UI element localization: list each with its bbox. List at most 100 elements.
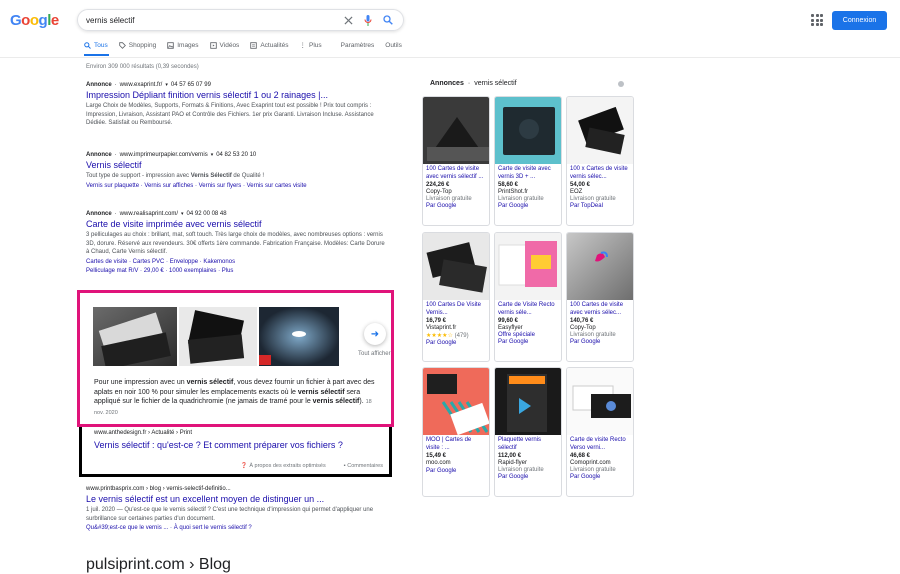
- product-image: [495, 368, 561, 435]
- product-info: 54,00 €: [570, 182, 591, 188]
- sitelinks[interactable]: Qu&#39;est-ce que le vernis ... · À quoi…: [86, 524, 386, 532]
- product-info: Livraison gratuite: [498, 467, 544, 473]
- info-icon[interactable]: [618, 81, 624, 87]
- product-card[interactable]: 100 x Cartes de visite vernis sélec... 54…: [566, 96, 634, 226]
- product-info: Par Google: [498, 203, 529, 209]
- product-info: 15,49 €: [426, 453, 447, 459]
- search-bar[interactable]: vernis sélectif: [77, 9, 404, 31]
- divider: [0, 57, 900, 58]
- result-title[interactable]: Vernis sélectif: [86, 160, 386, 170]
- product-info: 16,79 €: [426, 318, 447, 324]
- featured-title[interactable]: Vernis sélectif : qu'est-ce ? Et comment…: [94, 440, 343, 450]
- ad-label: Annonce: [86, 82, 112, 88]
- featured-image[interactable]: [259, 307, 339, 366]
- tab-shopping[interactable]: Shopping: [119, 41, 156, 49]
- image-icon: [167, 41, 174, 49]
- shopping-ads-header: Annonces · vernis sélectif: [430, 80, 517, 87]
- product-info: Copy-Top: [426, 189, 452, 195]
- product-card[interactable]: Plaquette vernis sélectif 112,00 € Rapid-f…: [494, 367, 562, 497]
- sitelinks[interactable]: Cartes de visite · Cartes PVC · Envelopp…: [86, 258, 386, 266]
- product-card[interactable]: Carte de visite avec vernis 3D + ... 58,6…: [494, 96, 562, 226]
- featured-image[interactable]: [179, 307, 257, 366]
- product-info: Carte de visite Recto Verso verni...: [570, 437, 626, 451]
- microphone-icon[interactable]: [361, 13, 375, 27]
- tab-tous[interactable]: Tous: [84, 41, 108, 49]
- product-info: Vistaprint.fr: [426, 325, 457, 331]
- product-card[interactable]: 100 Cartes de visite avec vernis sélecti…: [422, 96, 490, 226]
- product-info: Plaquette vernis sélectif: [498, 437, 542, 451]
- result-title[interactable]: Le vernis sélectif est un excellent moye…: [86, 494, 386, 504]
- product-image: [567, 97, 633, 164]
- phone[interactable]: 04 92 00 08 48: [187, 211, 227, 217]
- result-url[interactable]: www.printbasprix.com › blog › vernis-sel…: [86, 486, 386, 492]
- product-info: 112,00 €: [498, 453, 522, 459]
- sitelinks[interactable]: Vernis sur plaquette · Vernis sur affich…: [86, 182, 386, 190]
- tab-actualites[interactable]: Actualités: [250, 41, 289, 49]
- product-info: Rapid-flyer: [498, 460, 528, 466]
- product-image: [495, 233, 561, 300]
- search-icon[interactable]: [381, 13, 395, 27]
- product-card[interactable]: MOO | Cartes de visite : ... 15,49 € moo.c…: [422, 367, 490, 497]
- tab-parametres[interactable]: Paramètres: [341, 41, 375, 49]
- result-title[interactable]: Carte de visite imprimée avec vernis sél…: [86, 219, 386, 229]
- phone[interactable]: 04 57 65 07 99: [171, 82, 211, 88]
- result-url[interactable]: www.imprimeurpapier.com/vernis: [120, 152, 208, 158]
- ad-label: Annonce: [86, 152, 112, 158]
- product-card[interactable]: Carte de visite Recto Verso verni... 46,6…: [566, 367, 634, 497]
- product-info: 100 x Cartes de visite vernis sélec...: [570, 166, 628, 180]
- product-image: [423, 368, 489, 435]
- search-tabs: Tous Shopping Images Vidéos Actualités ⋮…: [84, 41, 402, 49]
- help-icon: ❓: [240, 463, 248, 469]
- featured-source-url[interactable]: www.anthedesign.fr › Actualité › Print: [94, 430, 192, 436]
- product-image: [567, 368, 633, 435]
- news-icon: [250, 41, 258, 49]
- dropdown-icon[interactable]: ▾: [211, 152, 214, 158]
- result-url[interactable]: www.exaprint.fr/: [120, 82, 163, 88]
- dropdown-icon[interactable]: ▾: [165, 82, 168, 88]
- result-snippet: Large Choix de Modèles, Supports, Format…: [86, 103, 374, 126]
- product-image: [567, 233, 633, 300]
- product-info: 100 Cartes de visite avec vernis sélec..…: [570, 302, 624, 316]
- feedback[interactable]: ▪ Commentaires: [344, 463, 383, 469]
- search-input[interactable]: vernis sélectif: [86, 16, 335, 25]
- product-info: Livraison gratuite: [570, 196, 616, 202]
- apps-grid-icon[interactable]: [811, 14, 823, 26]
- phone[interactable]: 04 82 53 20 10: [216, 152, 256, 158]
- arrow-right-icon[interactable]: ➜: [364, 323, 386, 345]
- product-card[interactable]: 100 Cartes de visite avec vernis sélec..…: [566, 232, 634, 362]
- product-info: Par Google: [498, 474, 529, 480]
- next-result-url[interactable]: pulsiprint.com › Blog: [86, 556, 386, 574]
- sitelinks[interactable]: Pelliculage mat R/V · 29,00 € · 1000 exe…: [86, 267, 386, 275]
- tab-images[interactable]: Images: [167, 41, 199, 49]
- featured-source: www.anthedesign.fr › Actualité › Print V…: [79, 427, 392, 477]
- product-info: PrintShot.fr: [498, 189, 529, 195]
- product-info: EOZ: [570, 189, 583, 195]
- dropdown-icon[interactable]: ▾: [181, 211, 184, 217]
- ad-result: Annonce · www.imprimeurpapier.com/vernis ▾ 0…: [86, 152, 386, 190]
- show-all-link[interactable]: Tout afficher: [358, 351, 391, 357]
- tab-videos[interactable]: Vidéos: [209, 41, 239, 49]
- connexion-button[interactable]: Connexion: [832, 11, 887, 30]
- rating-stars: ★★★★☆ (479): [426, 333, 469, 339]
- google-logo[interactable]: Google: [10, 12, 59, 29]
- result-title[interactable]: Impression Dépliant finition vernis séle…: [86, 90, 386, 100]
- active-tab-indicator: [84, 54, 109, 56]
- product-info: Offre spéciale: [498, 332, 535, 338]
- product-info: 99,60 €: [498, 318, 519, 324]
- product-info: Par Google: [570, 339, 601, 345]
- tag-icon: [119, 41, 126, 49]
- product-card[interactable]: 100 Cartes De Visite Vernis... 16,79 € Vis…: [422, 232, 490, 362]
- clear-icon[interactable]: [341, 13, 355, 27]
- result-url[interactable]: www.realisaprint.com/: [120, 211, 178, 217]
- product-image: [423, 97, 489, 164]
- tab-outils[interactable]: Outils: [385, 41, 402, 49]
- featured-snippet: ➜ Tout afficher Pour une impression avec…: [77, 290, 394, 427]
- product-card[interactable]: Carte de Visite Recto vernis séle... 99,6…: [494, 232, 562, 362]
- product-info: Comoprint.com: [570, 460, 611, 466]
- tab-plus[interactable]: ⋮ Plus: [300, 41, 322, 50]
- featured-image[interactable]: [93, 307, 177, 366]
- about-snippets[interactable]: ❓ À propos des extraits optimisés: [241, 463, 326, 469]
- product-info: 100 Cartes de visite avec vernis sélecti…: [426, 166, 484, 180]
- product-info: Par Google: [426, 468, 457, 474]
- product-info: 58,60 €: [498, 182, 519, 188]
